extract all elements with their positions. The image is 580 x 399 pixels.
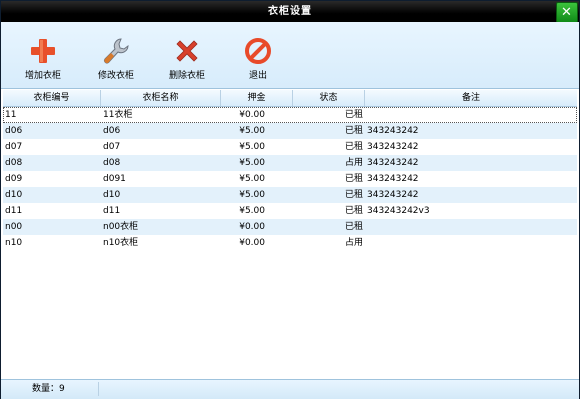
cell-note xyxy=(365,219,577,235)
wardrobe-settings-window: 衣柜设置 ✕ 增加衣柜 修改衣柜 删除衣柜 退出 衣柜编号 衣柜名称 押金 状态… xyxy=(0,0,580,399)
exit-button[interactable]: 退出 xyxy=(228,32,288,84)
column-header-status[interactable]: 状态 xyxy=(293,90,365,106)
delete-wardrobe-button[interactable]: 删除衣柜 xyxy=(157,32,217,84)
table-row[interactable]: n10 n10衣柜 ¥0.00 占用 xyxy=(3,235,577,251)
cell-status: 已租 xyxy=(344,190,363,200)
cell-note: 343243242 xyxy=(367,126,419,136)
column-header-name[interactable]: 衣柜名称 xyxy=(101,90,221,106)
cell-note: 343243242 xyxy=(367,190,419,200)
delete-x-icon xyxy=(176,40,198,62)
cell-name: d08 xyxy=(103,158,121,168)
window-title: 衣柜设置 xyxy=(268,6,312,17)
cell-name: n00衣柜 xyxy=(103,222,139,232)
cell-deposit: ¥5.00 xyxy=(239,142,265,152)
cell-note: 343243242 xyxy=(367,142,419,152)
cell-deposit: ¥5.00 xyxy=(239,158,265,168)
cell-id: d10 xyxy=(5,190,23,200)
cell-name: 11衣柜 xyxy=(103,110,133,120)
cell-deposit: ¥5.00 xyxy=(239,126,265,136)
table-header: 衣柜编号 衣柜名称 押金 状态 备注 xyxy=(3,90,577,107)
edit-wardrobe-label: 修改衣柜 xyxy=(97,71,134,81)
cell-note xyxy=(365,235,577,251)
delete-wardrobe-label: 删除衣柜 xyxy=(168,71,205,81)
column-header-note[interactable]: 备注 xyxy=(365,90,577,106)
table-row[interactable]: d06 d06 ¥5.00 已租 343243242 xyxy=(3,123,577,139)
exit-label: 退出 xyxy=(248,71,267,81)
wrench-icon xyxy=(104,38,129,64)
table-row[interactable]: d08 d08 ¥5.00 占用 343243242 xyxy=(3,155,577,171)
plus-icon xyxy=(31,39,55,63)
cell-deposit: ¥0.00 xyxy=(239,238,265,248)
cell-id: n10 xyxy=(5,238,23,248)
add-wardrobe-button[interactable]: 增加衣柜 xyxy=(13,32,73,84)
cell-name: n10衣柜 xyxy=(103,238,139,248)
cell-deposit: ¥5.00 xyxy=(239,190,265,200)
table-row[interactable]: d11 d11 ¥5.00 已租 343243242v3 xyxy=(3,203,577,219)
cell-name: d091 xyxy=(103,174,126,184)
record-count: 数量：9 xyxy=(4,382,99,396)
cell-deposit: ¥0.00 xyxy=(239,110,265,120)
cell-status: 已租 xyxy=(344,110,363,120)
cell-name: d11 xyxy=(103,206,121,216)
cell-name: d07 xyxy=(103,142,121,152)
cell-status: 已租 xyxy=(344,174,363,184)
status-bar: 数量：9 xyxy=(1,379,579,399)
close-icon: ✕ xyxy=(561,5,573,20)
cell-status: 已租 xyxy=(344,222,363,232)
cell-id: n00 xyxy=(5,222,23,232)
cell-status: 已租 xyxy=(344,206,363,216)
edit-wardrobe-button[interactable]: 修改衣柜 xyxy=(86,32,146,84)
column-header-deposit[interactable]: 押金 xyxy=(221,90,293,106)
table-row[interactable]: 11 11衣柜 ¥0.00 已租 xyxy=(3,107,577,123)
table-row[interactable]: n00 n00衣柜 ¥0.00 已租 xyxy=(3,219,577,235)
table-row[interactable]: d10 d10 ¥5.00 已租 343243242 xyxy=(3,187,577,203)
cell-id: 11 xyxy=(5,110,17,120)
cell-status: 占用 xyxy=(344,158,363,168)
cell-note: 343243242v3 xyxy=(367,206,430,216)
add-wardrobe-label: 增加衣柜 xyxy=(24,71,61,81)
cell-id: d11 xyxy=(5,206,23,216)
close-button[interactable]: ✕ xyxy=(556,2,578,23)
cell-id: d08 xyxy=(5,158,23,168)
cell-deposit: ¥5.00 xyxy=(239,174,265,184)
cell-name: d10 xyxy=(103,190,121,200)
toolbar: 增加衣柜 修改衣柜 删除衣柜 退出 xyxy=(1,22,579,89)
cell-id: d06 xyxy=(5,126,23,136)
cell-status: 已租 xyxy=(344,126,363,136)
wardrobe-table: 衣柜编号 衣柜名称 押金 状态 备注 11 11衣柜 ¥0.00 已租 d06 … xyxy=(3,90,577,376)
column-header-id[interactable]: 衣柜编号 xyxy=(3,90,101,106)
cell-note: 343243242 xyxy=(367,158,419,168)
cell-status: 已租 xyxy=(344,142,363,152)
title-bar: 衣柜设置 ✕ xyxy=(1,1,579,23)
cell-status: 占用 xyxy=(344,238,363,248)
table-row[interactable]: d07 d07 ¥5.00 已租 343243242 xyxy=(3,139,577,155)
table-row[interactable]: d09 d091 ¥5.00 已租 343243242 xyxy=(3,171,577,187)
cell-note xyxy=(365,107,577,123)
cell-deposit: ¥5.00 xyxy=(239,206,265,216)
no-entry-icon xyxy=(245,38,271,64)
cell-id: d09 xyxy=(5,174,23,184)
cell-note: 343243242 xyxy=(367,174,419,184)
cell-id: d07 xyxy=(5,142,23,152)
cell-name: d06 xyxy=(103,126,121,136)
cell-deposit: ¥0.00 xyxy=(239,222,265,232)
